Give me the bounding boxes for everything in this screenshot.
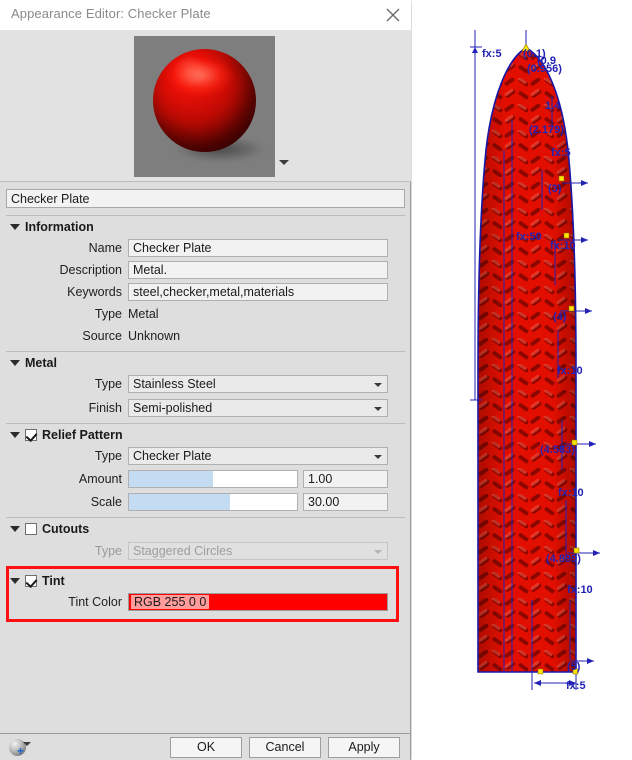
name-input[interactable]: Checker Plate	[128, 239, 388, 257]
source-value: Unknown	[128, 329, 181, 343]
description-input[interactable]: Metal.	[128, 261, 388, 279]
relief-scale-value[interactable]: 30.00	[303, 493, 388, 511]
section-header-information[interactable]: Information	[10, 219, 94, 235]
relief-type-value: Checker Plate	[133, 449, 212, 463]
cad-dimension-label[interactable]: (5)	[567, 661, 580, 673]
apply-button[interactable]: Apply	[328, 737, 400, 758]
cad-sketch	[470, 30, 600, 690]
metal-type-value: Stainless Steel	[133, 377, 216, 391]
relief-scale-slider[interactable]	[128, 493, 298, 511]
cutouts-type-select: Staggered Circles	[128, 542, 388, 560]
screen: Appearance Editor: Checker Plate Checker…	[0, 0, 632, 760]
type-label: Type	[94, 307, 122, 321]
plus-icon: +	[17, 744, 25, 758]
relief-pattern-checkbox[interactable]	[25, 429, 37, 441]
metal-type-select[interactable]: Stainless Steel	[128, 375, 388, 393]
triangle-down-icon[interactable]	[10, 526, 20, 532]
chevron-down-icon[interactable]	[374, 383, 382, 387]
title-bar: Appearance Editor: Checker Plate	[0, 0, 411, 30]
relief-amount-slider[interactable]	[128, 470, 298, 488]
tint-checkbox[interactable]	[25, 575, 37, 587]
triangle-down-icon[interactable]	[10, 360, 20, 366]
divider	[6, 215, 405, 216]
metal-finish-value: Semi-polished	[133, 401, 213, 415]
ok-button[interactable]: OK	[170, 737, 242, 758]
cad-dimension-label[interactable]: fx:10	[567, 584, 593, 596]
preview-sphere	[153, 49, 256, 152]
name-label: Name	[88, 241, 122, 255]
page-title: Appearance Editor: Checker Plate	[11, 6, 211, 21]
section-label: Tint	[42, 574, 65, 588]
source-label: Source	[82, 329, 122, 343]
section-label: Cutouts	[42, 522, 90, 536]
tint-color-value: RGB 255 0 0	[131, 595, 210, 609]
section-label: Relief Pattern	[42, 428, 123, 442]
section-header-metal[interactable]: Metal	[10, 355, 57, 371]
cad-dimension-label[interactable]: fx:50	[516, 231, 542, 243]
relief-amount-label: Amount	[78, 472, 122, 486]
cad-drawing-panel[interactable]: fx:5 (0.1) (0.9 (0.956) 1.4 (2.179) fx:5 (3) fx:…	[412, 0, 632, 760]
cad-dimension-label[interactable]: fx:10	[550, 240, 576, 252]
cad-dimension-label[interactable]: (2.179)	[529, 124, 564, 136]
cutouts-type-value: Staggered Circles	[133, 544, 233, 558]
triangle-down-icon[interactable]	[10, 224, 20, 230]
triangle-down-icon[interactable]	[10, 578, 20, 584]
section-label: Information	[25, 220, 94, 234]
metal-finish-label: Finish	[88, 401, 122, 415]
relief-amount-value[interactable]: 1.00	[303, 470, 388, 488]
chevron-down-icon[interactable]	[374, 455, 382, 459]
slider-fill	[129, 471, 213, 487]
cad-dimension-label[interactable]: 1.4	[545, 100, 560, 112]
section-header-cutouts[interactable]: Cutouts	[10, 521, 89, 537]
appearance-editor-dialog: Appearance Editor: Checker Plate Checker…	[0, 0, 411, 760]
triangle-down-icon[interactable]	[10, 432, 20, 438]
divider	[6, 351, 405, 352]
dialog-footer: + OK Cancel Apply	[0, 734, 411, 760]
cad-dimension-label[interactable]: fx:5	[566, 680, 586, 692]
cad-dimension-label[interactable]: fx:10	[557, 365, 583, 377]
cancel-button[interactable]: Cancel	[249, 737, 321, 758]
asset-name-input[interactable]: Checker Plate	[6, 189, 405, 208]
section-label: Metal	[25, 356, 57, 370]
preview-image[interactable]	[134, 36, 275, 177]
material-preview-area[interactable]	[0, 30, 411, 182]
section-header-relief-pattern[interactable]: Relief Pattern	[10, 427, 123, 443]
cad-dimension-label[interactable]: fx:5	[551, 147, 571, 159]
chevron-down-icon[interactable]	[374, 407, 382, 411]
divider	[6, 423, 405, 424]
cad-dimension-label[interactable]: fx:10	[558, 487, 584, 499]
cad-dimension-label[interactable]: (0.956)	[527, 63, 562, 75]
keywords-input[interactable]: steel,checker,metal,materials	[128, 283, 388, 301]
relief-type-label: Type	[94, 449, 122, 463]
add-asset-chevron-down-icon[interactable]	[23, 742, 31, 746]
metal-finish-select[interactable]: Semi-polished	[128, 399, 388, 417]
slider-fill	[129, 494, 230, 510]
relief-type-select[interactable]: Checker Plate	[128, 447, 388, 465]
chevron-down-icon	[374, 550, 382, 554]
keywords-label: Keywords	[67, 285, 122, 299]
cad-dimension-label[interactable]: fx:5	[482, 48, 502, 60]
cutouts-checkbox[interactable]	[25, 523, 37, 535]
cad-dimension-label[interactable]: (4)	[553, 311, 566, 323]
metal-type-label: Type	[94, 377, 122, 391]
tint-color-swatch[interactable]: RGB 255 0 0	[128, 593, 388, 611]
type-value: Metal	[128, 307, 159, 321]
cad-dimension-label[interactable]: (4.583)	[540, 444, 575, 456]
cad-dimension-label[interactable]: (4.899)	[546, 553, 581, 565]
close-icon[interactable]	[381, 4, 405, 26]
cutouts-type-label: Type	[94, 544, 122, 558]
tint-color-label: Tint Color	[68, 595, 122, 609]
relief-scale-label: Scale	[90, 495, 122, 509]
divider	[6, 517, 405, 518]
description-label: Description	[59, 263, 122, 277]
preview-options-chevron-down-icon[interactable]	[279, 160, 289, 165]
section-header-tint[interactable]: Tint	[10, 573, 65, 589]
cad-dimension-label[interactable]: (3)	[548, 183, 561, 195]
